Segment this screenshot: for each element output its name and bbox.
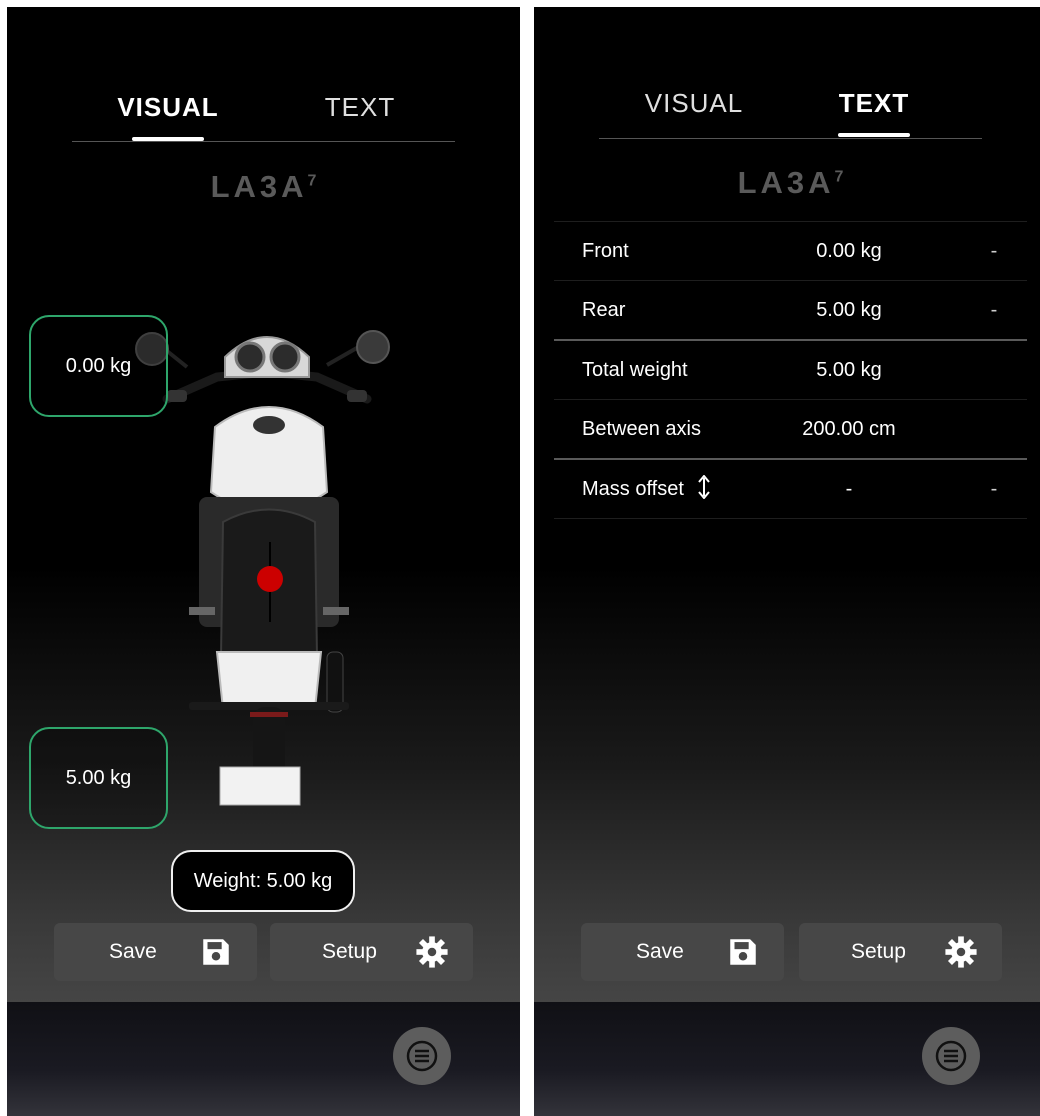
table-row: Mass offset - - xyxy=(554,458,1027,519)
tab-text[interactable]: TEXT xyxy=(794,83,954,137)
tab-bar: VISUAL TEXT xyxy=(599,83,982,139)
center-of-mass-marker xyxy=(257,566,283,592)
tab-bar: VISUAL TEXT xyxy=(72,87,455,142)
logo-text: LA3A xyxy=(210,169,308,204)
tab-visual[interactable]: VISUAL xyxy=(614,83,774,133)
rear-weight-value: 5.00 kg xyxy=(65,767,132,789)
hamburger-icon xyxy=(935,1040,967,1072)
floppy-disk-icon xyxy=(203,939,229,965)
row-extra: - xyxy=(990,478,998,500)
front-weight-value: 0.00 kg xyxy=(65,355,132,377)
front-weight-box[interactable]: 0.00 kg xyxy=(29,315,168,417)
menu-button[interactable] xyxy=(922,1027,980,1085)
menu-button[interactable] xyxy=(393,1027,451,1085)
setup-button[interactable]: Setup xyxy=(799,923,1002,981)
active-tab-indicator xyxy=(838,133,910,137)
tab-text[interactable]: TEXT xyxy=(280,87,440,137)
tab-text-label: TEXT xyxy=(324,92,396,122)
table-row: Rear 5.00 kg - xyxy=(554,280,1027,339)
active-tab-indicator xyxy=(132,137,204,141)
mass-offset-label: Mass offset xyxy=(582,478,684,500)
table-row: Between axis 200.00 cm xyxy=(554,399,1027,458)
table-row: Front 0.00 kg - xyxy=(554,221,1027,280)
tab-visual[interactable]: VISUAL xyxy=(88,87,248,141)
row-value: 200.00 cm xyxy=(802,418,896,440)
gear-icon xyxy=(945,936,977,968)
motorcycle-image xyxy=(135,330,390,806)
row-value: 5.00 kg xyxy=(816,359,882,381)
table-row: Total weight 5.00 kg xyxy=(554,339,1027,399)
tab-visual-label: VISUAL xyxy=(644,88,744,118)
row-label: Total weight xyxy=(582,359,688,381)
setup-button-label: Setup xyxy=(851,940,906,963)
setup-button[interactable]: Setup xyxy=(270,923,473,981)
brand-logo: LA3A7 xyxy=(7,169,520,205)
vertical-arrows-icon xyxy=(698,474,711,500)
visual-screen: VISUAL TEXT LA3A7 0.00 kg 5.00 kg Weight… xyxy=(7,7,520,1116)
row-label: Front xyxy=(582,240,629,262)
row-extra: - xyxy=(990,299,998,321)
brand-logo: LA3A7 xyxy=(534,165,1040,201)
text-screen: VISUAL TEXT LA3A7 Front 0.00 kg - Rear 5… xyxy=(534,7,1040,1116)
weights-table: Front 0.00 kg - Rear 5.00 kg - Total wei… xyxy=(554,221,1027,519)
row-value: - xyxy=(845,478,853,500)
gear-icon xyxy=(416,936,448,968)
save-button[interactable]: Save xyxy=(581,923,784,981)
row-label: Mass offset xyxy=(582,460,711,518)
total-weight-text: Weight: 5.00 kg xyxy=(193,870,333,892)
row-value: 5.00 kg xyxy=(816,299,882,321)
rear-weight-box[interactable]: 5.00 kg xyxy=(29,727,168,829)
setup-button-label: Setup xyxy=(322,940,377,963)
tab-divider xyxy=(599,138,982,139)
total-weight-pill: Weight: 5.00 kg xyxy=(171,850,355,912)
logo-text: LA3A xyxy=(737,165,835,200)
hamburger-icon xyxy=(406,1040,438,1072)
save-button[interactable]: Save xyxy=(54,923,257,981)
logo-superscript: 7 xyxy=(834,168,844,186)
tab-text-label: TEXT xyxy=(838,88,910,118)
floppy-disk-icon xyxy=(730,939,756,965)
row-value: 0.00 kg xyxy=(816,240,882,262)
row-label: Between axis xyxy=(582,418,701,440)
logo-superscript: 7 xyxy=(307,172,317,190)
row-label: Rear xyxy=(582,299,626,321)
save-button-label: Save xyxy=(109,940,157,963)
tab-visual-label: VISUAL xyxy=(117,92,219,122)
tab-divider xyxy=(72,141,455,142)
save-button-label: Save xyxy=(636,940,684,963)
row-extra: - xyxy=(990,240,998,262)
